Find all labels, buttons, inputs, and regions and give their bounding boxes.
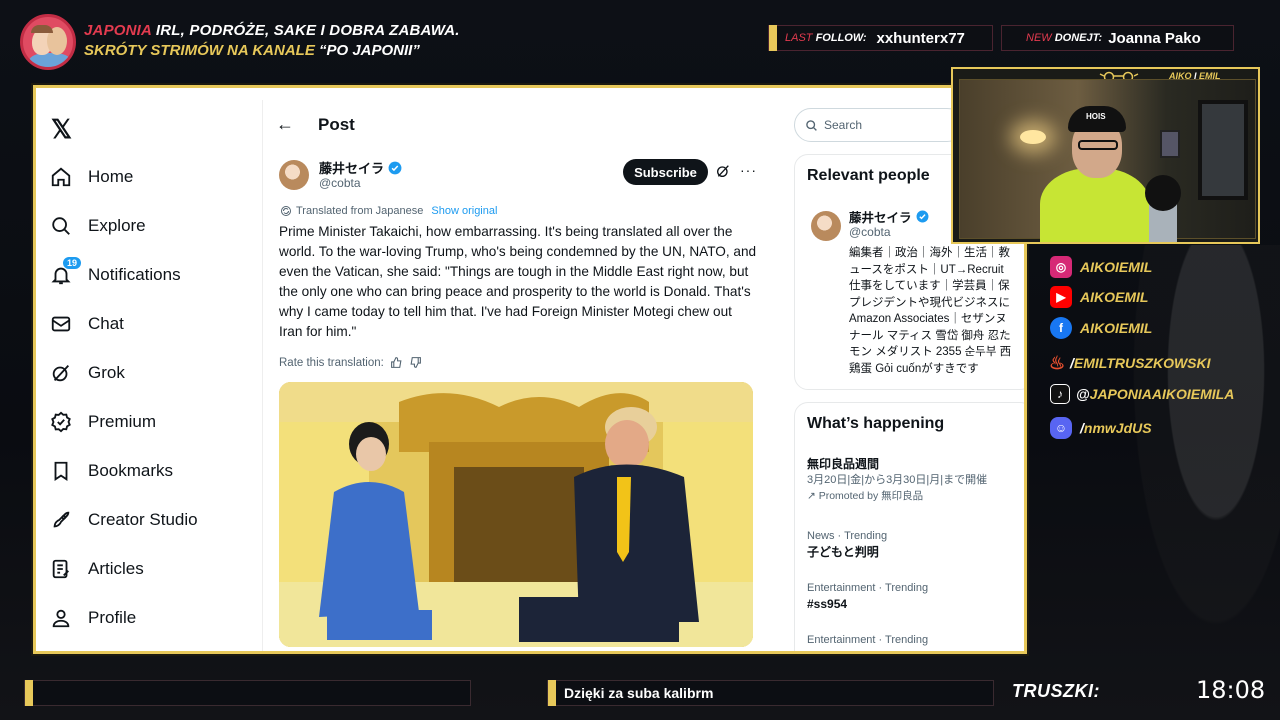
premium-icon xyxy=(49,410,73,434)
x-logo[interactable]: 𝕏 xyxy=(51,114,72,145)
home-icon xyxy=(49,165,73,189)
overlay-subtitle: SKRÓTY STRIMÓW NA KANALE “PO JAPONII” xyxy=(84,42,420,59)
translate-icon xyxy=(281,206,291,216)
post-header: ← Post xyxy=(276,114,355,135)
trend-item[interactable]: Entertainment · Trending #ss954 xyxy=(807,581,928,611)
author-name[interactable]: 藤井セイラ xyxy=(319,158,402,177)
social-discord: ☺ / nmwJdUS xyxy=(1050,417,1152,439)
post-title: Post xyxy=(318,114,355,134)
thumbs-down-icon[interactable] xyxy=(409,356,422,369)
new-donate-name: Joanna Pako xyxy=(1108,29,1201,47)
webcam-feed: AIKO I EMIL HOIS xyxy=(951,67,1260,244)
promoted-icon: ↗ xyxy=(807,490,819,502)
relevant-person-avatar[interactable] xyxy=(811,211,841,241)
social-kick: ♨ / EMILTRUSZKOWSKI xyxy=(1048,352,1211,373)
nav-bookmarks[interactable]: Bookmarks xyxy=(49,456,173,486)
whats-happening-title: What’s happening xyxy=(807,415,945,432)
nav-chat[interactable]: Chat xyxy=(49,309,124,339)
trend-item[interactable]: News · Trending 子どもと判明 xyxy=(807,529,887,559)
rocket-icon xyxy=(49,508,73,532)
search-icon xyxy=(49,214,73,238)
author-avatar[interactable] xyxy=(279,160,309,190)
social-youtube: ▶ AIKOEMIL xyxy=(1050,286,1148,308)
nav-premium[interactable]: Premium xyxy=(49,407,156,437)
nav-grok[interactable]: Grok xyxy=(49,358,125,388)
post-text: Prime Minister Takaichi, how embarrassin… xyxy=(279,224,757,339)
truszki-label: TRUSZKI: xyxy=(1012,681,1100,701)
overlay-title: JAPONIA IRL, PODRÓŻE, SAKE I DOBRA ZABAW… xyxy=(84,22,460,39)
grok-explain-icon[interactable] xyxy=(715,163,731,184)
author-handle[interactable]: @cobta xyxy=(319,176,361,190)
bell-icon: 19 xyxy=(49,256,83,287)
facebook-icon: f xyxy=(1050,317,1072,339)
relevant-person-bio: 編集者｜政治｜海外｜生活｜教 ュースをポスト｜UT→Recruit 仕事をしてい… xyxy=(849,247,1012,375)
grok-icon xyxy=(49,361,73,385)
chat-message-bar: Dzięki za suba kalibrm xyxy=(547,680,994,706)
nav-home[interactable]: Home xyxy=(49,162,133,192)
subscribe-button[interactable]: Subscribe xyxy=(623,159,708,185)
background-photo xyxy=(1120,245,1280,665)
flame-icon: ♨ xyxy=(1048,352,1066,373)
trend-item[interactable]: Entertainment · Trending xyxy=(807,633,928,647)
channel-logo xyxy=(20,14,76,70)
post-column: ← Post 藤井セイラ @cobta Subscribe ··· Transl… xyxy=(264,88,764,651)
stream-overlay: JAPONIA IRL, PODRÓŻE, SAKE I DOBRA ZABAW… xyxy=(0,0,1280,720)
relevant-person-name[interactable]: 藤井セイラ xyxy=(849,207,929,226)
articles-icon xyxy=(49,557,73,581)
search-icon xyxy=(806,119,817,131)
nav-explore[interactable]: Explore xyxy=(49,211,146,241)
bookmark-icon xyxy=(49,459,73,483)
microphone xyxy=(1145,175,1181,242)
chat-message: Dzięki za suba kalibrm xyxy=(564,685,714,701)
person-icon xyxy=(49,606,73,630)
relevant-person-handle[interactable]: @cobta xyxy=(849,225,891,239)
cap-text: HOIS xyxy=(1086,112,1106,121)
x-sidebar: 𝕏 Home Explore 19 Notifications Chat Gro… xyxy=(41,100,263,651)
nav-articles[interactable]: Articles xyxy=(49,554,144,584)
notification-badge: 19 xyxy=(62,256,83,270)
translated-notice: Translated from Japanese Show original xyxy=(280,205,497,217)
more-options-icon[interactable]: ··· xyxy=(740,162,757,178)
discord-icon: ☺ xyxy=(1050,417,1072,439)
nav-profile[interactable]: Profile xyxy=(49,603,136,633)
browser-capture: 𝕏 Home Explore 19 Notifications Chat Gro… xyxy=(33,85,1027,654)
instagram-icon: ◎ xyxy=(1050,256,1072,278)
nav-creator-studio[interactable]: Creator Studio xyxy=(49,505,198,535)
show-original-link[interactable]: Show original xyxy=(431,205,497,217)
rate-translation: Rate this translation: xyxy=(279,356,422,369)
promoted-label: ↗ Promoted by 無印良品 xyxy=(807,490,924,502)
clock: 18:08 xyxy=(1196,676,1266,704)
trend-item[interactable]: 無印良品週間 3月20日|金|から3月30日|月|まで開催 ↗ Promoted… xyxy=(807,455,1022,503)
new-donate-ticker: NEW DONEJT: Joanna Pako xyxy=(1001,25,1234,51)
whats-happening-card: What’s happening 無印良品週間 3月20日|金|から3月30日|… xyxy=(794,402,1024,651)
nav-notifications[interactable]: 19 Notifications xyxy=(49,256,181,290)
verified-badge-icon xyxy=(388,161,402,174)
back-arrow-icon[interactable]: ← xyxy=(276,114,294,135)
tiktok-icon: ♪ xyxy=(1050,384,1070,404)
verified-badge-icon xyxy=(916,210,928,223)
social-tiktok: ♪ @ JAPONIAAIKOIEMILA xyxy=(1050,384,1234,404)
search-input[interactable]: Search xyxy=(794,108,964,142)
last-follow-ticker: LAST FOLLOW: xxhunterx77 xyxy=(768,25,993,51)
last-follow-name: xxhunterx77 xyxy=(876,29,965,47)
mail-icon xyxy=(49,312,73,336)
youtube-icon: ▶ xyxy=(1050,286,1072,308)
social-instagram: ◎ AIKOIEMIL xyxy=(1050,256,1152,278)
social-facebook: f AIKOIEMIL xyxy=(1050,317,1152,339)
post-image[interactable] xyxy=(279,382,753,647)
bottom-bar-left xyxy=(24,680,471,706)
thumbs-up-icon[interactable] xyxy=(390,356,403,369)
